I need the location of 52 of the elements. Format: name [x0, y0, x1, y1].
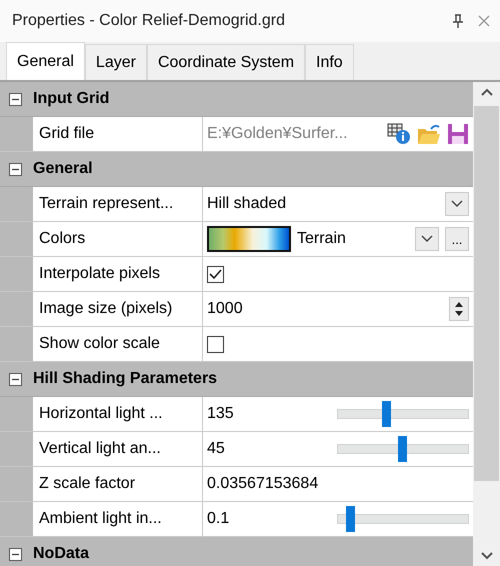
slider-value: 135	[207, 405, 235, 423]
save-icon[interactable]	[447, 123, 469, 145]
pin-icon[interactable]	[452, 14, 464, 28]
property-label: Show color scale	[39, 335, 160, 353]
scrollbar-thumb[interactable]	[474, 106, 499, 481]
close-icon[interactable]	[478, 15, 490, 27]
property-label: Horizontal light ...	[39, 405, 163, 423]
checkbox[interactable]	[207, 266, 224, 282]
checkbox[interactable]	[207, 336, 224, 352]
tab[interactable]: Layer	[84, 44, 147, 80]
window-title: Properties - Color Relief-Demogrid.grd	[12, 12, 286, 30]
up-triangle-icon	[455, 302, 463, 307]
slider-value: 0.1	[207, 510, 230, 528]
chevron-down-icon	[421, 235, 433, 243]
tab[interactable]: Coordinate System	[146, 44, 306, 80]
collapse-icon[interactable]	[9, 548, 22, 560]
category-title: NoData	[33, 545, 90, 563]
category-title: Hill Shading Parameters	[33, 370, 218, 388]
field-value: 0.03567153684	[207, 475, 318, 493]
property-label: Interpolate pixels	[39, 265, 160, 283]
property-label: Z scale factor	[39, 475, 136, 493]
property-label: Vertical light an...	[39, 440, 161, 458]
tab[interactable]: Info	[305, 44, 354, 80]
file-path: E:¥Golden¥Surfer...	[207, 125, 349, 143]
scroll-down-icon[interactable]	[480, 552, 492, 560]
down-triangle-icon	[455, 311, 463, 316]
collapse-icon[interactable]	[9, 92, 22, 106]
number-value: 1000	[207, 300, 244, 318]
grid-info-icon[interactable]	[387, 123, 411, 145]
property-label: Colors	[39, 230, 86, 248]
tab[interactable]: General	[6, 42, 85, 80]
slider-thumb[interactable]	[382, 401, 391, 427]
chevron-down-icon	[451, 200, 463, 208]
dropdown-button[interactable]	[445, 192, 469, 216]
spin-button[interactable]	[449, 297, 469, 321]
browse-button[interactable]: ...	[445, 227, 469, 251]
slider-value: 45	[207, 440, 226, 458]
dropdown-button[interactable]	[415, 227, 439, 251]
property-label: Image size (pixels)	[39, 300, 172, 318]
slider-thumb[interactable]	[398, 436, 408, 462]
slider-thumb[interactable]	[346, 506, 356, 532]
dropdown-value: Hill shaded	[207, 195, 288, 213]
category-title: General	[33, 160, 93, 178]
scroll-up-icon[interactable]	[480, 88, 492, 96]
folder-icon[interactable]	[417, 123, 441, 145]
property-label: Terrain represent...	[39, 195, 174, 213]
property-label: Grid file	[39, 125, 94, 143]
category-title: Input Grid	[33, 90, 110, 108]
property-label: Ambient light in...	[39, 510, 162, 528]
collapse-icon[interactable]	[9, 162, 22, 176]
colormap-name: Terrain	[297, 230, 347, 248]
collapse-icon[interactable]	[9, 372, 22, 386]
